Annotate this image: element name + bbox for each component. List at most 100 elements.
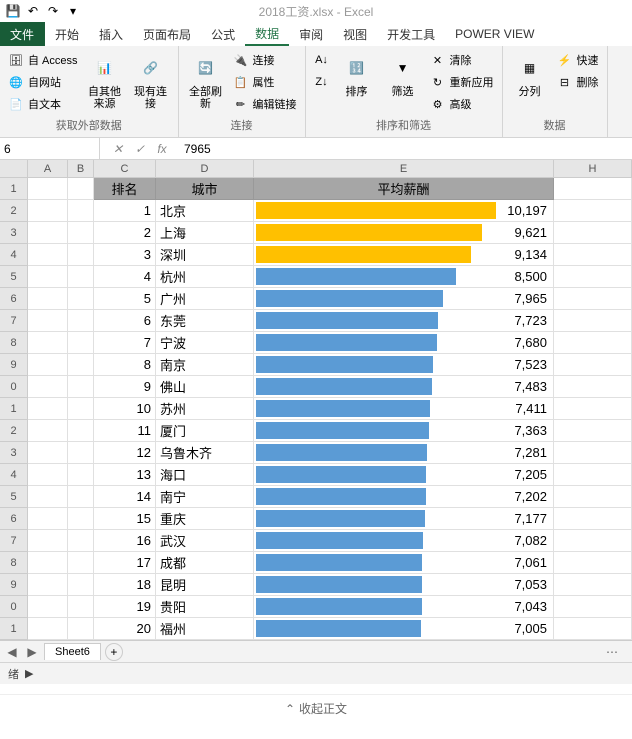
cell[interactable]	[28, 552, 68, 574]
cell[interactable]	[68, 266, 94, 288]
cell[interactable]	[554, 376, 632, 398]
cell[interactable]	[68, 420, 94, 442]
cell[interactable]	[28, 288, 68, 310]
salary-cell[interactable]: 7,965	[254, 288, 554, 310]
salary-cell[interactable]: 7,202	[254, 486, 554, 508]
col-header-A[interactable]: A	[28, 160, 68, 177]
cell[interactable]	[554, 508, 632, 530]
cell[interactable]	[68, 222, 94, 244]
tab-layout[interactable]: 页面布局	[133, 22, 201, 46]
formula-input[interactable]: 7965	[180, 138, 632, 159]
salary-cell[interactable]: 7,411	[254, 398, 554, 420]
city-cell[interactable]: 深圳	[156, 244, 254, 266]
salary-cell[interactable]: 7,363	[254, 420, 554, 442]
salary-cell[interactable]: 7,053	[254, 574, 554, 596]
reapply-button[interactable]: ↻重新应用	[428, 72, 496, 92]
cell[interactable]	[554, 596, 632, 618]
enter-icon[interactable]: ✓	[130, 140, 150, 158]
save-icon[interactable]: 💾	[4, 2, 22, 20]
rank-cell[interactable]: 13	[94, 464, 156, 486]
cell[interactable]	[554, 200, 632, 222]
cell[interactable]	[554, 552, 632, 574]
salary-cell[interactable]: 7,205	[254, 464, 554, 486]
city-cell[interactable]: 南宁	[156, 486, 254, 508]
city-cell[interactable]: 重庆	[156, 508, 254, 530]
tab-data[interactable]: 数据	[245, 22, 289, 46]
salary-cell[interactable]: 9,621	[254, 222, 554, 244]
cell[interactable]	[28, 200, 68, 222]
cell[interactable]	[68, 376, 94, 398]
sort-button[interactable]: 🔢排序	[336, 48, 378, 98]
col-header-H[interactable]: H	[554, 160, 632, 177]
cell[interactable]	[28, 508, 68, 530]
row-header[interactable]: 3	[0, 222, 28, 244]
city-cell[interactable]: 北京	[156, 200, 254, 222]
text-columns-button[interactable]: ▦分列	[509, 48, 551, 98]
from-text-button[interactable]: 📄自文本	[6, 94, 80, 114]
redo-icon[interactable]: ↷	[44, 2, 62, 20]
city-cell[interactable]: 南京	[156, 354, 254, 376]
cell[interactable]	[28, 464, 68, 486]
salary-cell[interactable]: 9,134	[254, 244, 554, 266]
row-header[interactable]: 6	[0, 288, 28, 310]
row-header[interactable]: 1	[0, 618, 28, 640]
from-web-button[interactable]: 🌐自网站	[6, 72, 80, 92]
sort-az-button[interactable]: A↓	[312, 50, 332, 70]
row-header[interactable]: 5	[0, 486, 28, 508]
cell[interactable]	[28, 376, 68, 398]
properties-button[interactable]: 📋属性	[231, 72, 299, 92]
row-header[interactable]: 9	[0, 354, 28, 376]
filter-button[interactable]: ▼筛选	[382, 48, 424, 98]
cell[interactable]	[68, 596, 94, 618]
rank-cell[interactable]: 8	[94, 354, 156, 376]
col-header-D[interactable]: D	[156, 160, 254, 177]
cell[interactable]	[554, 398, 632, 420]
cell[interactable]	[68, 618, 94, 640]
remove-dup-button[interactable]: ⊟删除	[555, 72, 601, 92]
city-cell[interactable]: 佛山	[156, 376, 254, 398]
row-header[interactable]: 0	[0, 376, 28, 398]
cell[interactable]	[28, 530, 68, 552]
salary-cell[interactable]: 7,483	[254, 376, 554, 398]
cell[interactable]	[554, 244, 632, 266]
col-header-E[interactable]: E	[254, 160, 554, 177]
cell[interactable]	[28, 178, 68, 200]
city-cell[interactable]: 武汉	[156, 530, 254, 552]
rank-cell[interactable]: 4	[94, 266, 156, 288]
cell[interactable]	[554, 266, 632, 288]
collapse-bar[interactable]: ⌃ 收起正文	[0, 694, 632, 722]
cell[interactable]	[554, 354, 632, 376]
cell[interactable]	[68, 464, 94, 486]
cell[interactable]	[68, 332, 94, 354]
row-header[interactable]: 2	[0, 200, 28, 222]
salary-cell[interactable]: 7,082	[254, 530, 554, 552]
cell[interactable]	[68, 178, 94, 200]
from-other-button[interactable]: 📊自其他来源	[84, 48, 126, 110]
city-cell[interactable]: 贵阳	[156, 596, 254, 618]
cell[interactable]	[554, 332, 632, 354]
existing-conn-button[interactable]: 🔗现有连接	[130, 48, 172, 110]
cell[interactable]	[68, 354, 94, 376]
cell[interactable]	[554, 486, 632, 508]
row-header[interactable]: 8	[0, 332, 28, 354]
cell[interactable]	[68, 288, 94, 310]
row-header[interactable]: 8	[0, 552, 28, 574]
cancel-icon[interactable]: ✕	[108, 140, 128, 158]
cell[interactable]	[28, 420, 68, 442]
cell[interactable]	[68, 574, 94, 596]
cell[interactable]	[68, 508, 94, 530]
salary-cell[interactable]: 7,723	[254, 310, 554, 332]
col-header-B[interactable]: B	[68, 160, 94, 177]
sheet-more-icon[interactable]: ⋯	[606, 645, 618, 659]
rank-cell[interactable]: 14	[94, 486, 156, 508]
cell[interactable]	[28, 310, 68, 332]
rank-cell[interactable]: 9	[94, 376, 156, 398]
salary-cell[interactable]: 10,197	[254, 200, 554, 222]
salary-cell[interactable]: 7,061	[254, 552, 554, 574]
city-cell[interactable]: 杭州	[156, 266, 254, 288]
city-cell[interactable]: 海口	[156, 464, 254, 486]
cell[interactable]	[554, 464, 632, 486]
cell[interactable]	[28, 442, 68, 464]
name-box[interactable]: 6	[0, 138, 100, 159]
header-salary[interactable]: 平均薪酬	[254, 178, 554, 200]
